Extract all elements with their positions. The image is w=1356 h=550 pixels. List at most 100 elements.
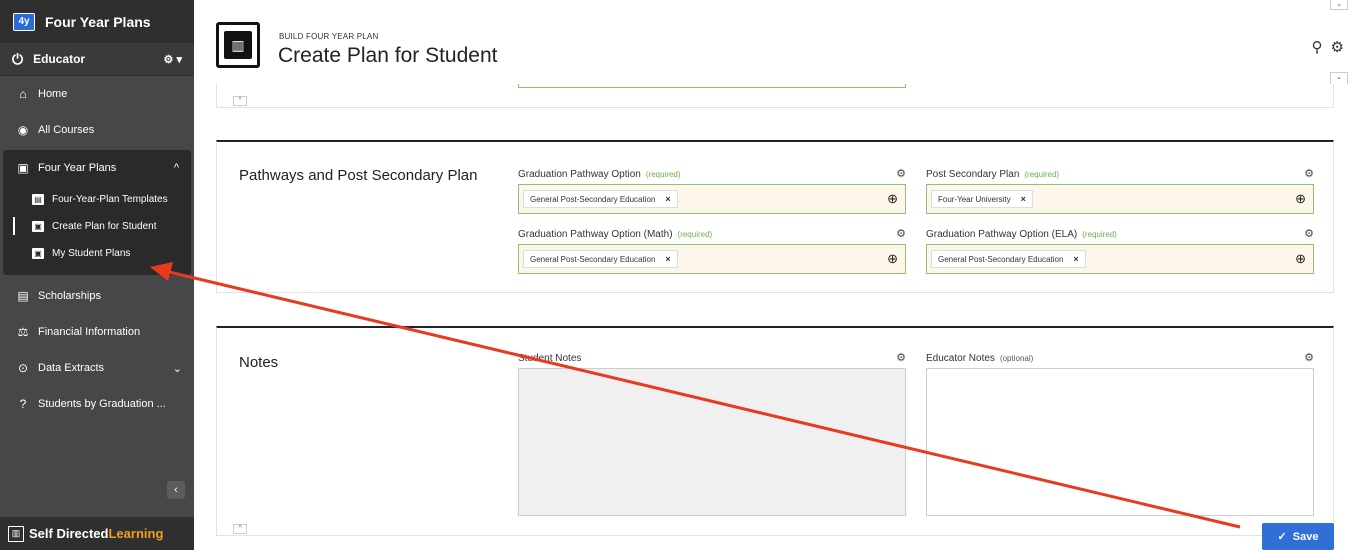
zoom-search-icon[interactable]: ⊕ [1295, 251, 1306, 267]
gear-icon[interactable]: ⚙ [1304, 351, 1314, 364]
grad-pathway-label: Graduation Pathway Option [518, 168, 641, 180]
role-menu-icon[interactable]: ⚙ ▾ [164, 53, 182, 66]
post-secondary-select[interactable]: Four-Year University × ⊕ [926, 184, 1314, 214]
app-logo: 4y [13, 12, 35, 31]
remove-chip-icon[interactable]: × [1021, 194, 1026, 204]
student-notes-textarea[interactable] [518, 368, 906, 516]
zoom-search-icon[interactable]: ⊕ [887, 191, 898, 207]
role-switcher[interactable]: ⏻ Educator ⚙ ▾ [0, 43, 194, 76]
selected-chip: General Post-Secondary Education × [523, 250, 678, 268]
notes-section: Notes Student Notes ⚙ Educator Notes (op… [216, 326, 1334, 536]
nav-all-courses-label: All Courses [38, 124, 95, 136]
collapse-toggle[interactable]: ^ [233, 524, 247, 534]
gear-icon[interactable]: ⚙ [896, 351, 906, 364]
page-subtitle: BUILD FOUR YEAR PLAN [279, 32, 379, 41]
selected-chip: General Post-Secondary Education × [523, 190, 678, 208]
nav-sub-create-plan[interactable]: ▣ Create Plan for Student [3, 213, 191, 240]
gear-icon[interactable]: ⚙ [1331, 38, 1344, 56]
plan-map-icon: ▥ [216, 22, 260, 68]
nav-sub-my-student-plans-label: My Student Plans [52, 248, 131, 259]
gear-icon[interactable]: ⚙ [1304, 227, 1314, 240]
nav-students-by-graduation[interactable]: ? Students by Graduation ... [0, 386, 194, 422]
selected-chip: Four-Year University × [931, 190, 1033, 208]
chip-text: General Post-Secondary Education [530, 194, 656, 204]
nav-four-year-plans-label: Four Year Plans [38, 162, 117, 174]
chevron-up-icon: ^ [173, 162, 179, 174]
post-secondary-field: Post Secondary Plan (required) ⚙ Four-Ye… [926, 166, 1314, 214]
nav-sub-templates[interactable]: ▤ Four-Year-Plan Templates [3, 186, 191, 213]
nav-scholarships-label: Scholarships [38, 290, 101, 302]
grad-pathway-select[interactable]: General Post-Secondary Education × ⊕ [518, 184, 906, 214]
sidebar: 4y Four Year Plans ⏻ Educator ⚙ ▾ ⌂ Home… [0, 0, 194, 550]
optional-tag: (optional) [999, 353, 1034, 363]
gear-icon[interactable]: ⚙ [1304, 167, 1314, 180]
hierarchy-icon[interactable]: ⚲ [1312, 38, 1323, 56]
collapse-sidebar-button[interactable]: ‹ [167, 481, 185, 499]
gear-icon[interactable]: ⚙ [896, 227, 906, 240]
nav-home[interactable]: ⌂ Home [0, 76, 194, 112]
nav-sub-create-plan-label: Create Plan for Student [52, 221, 157, 232]
brand-accent: Learning [108, 526, 164, 541]
scale-icon: ⚖ [17, 325, 29, 339]
courses-icon: ◉ [17, 123, 29, 137]
collapse-toggle[interactable]: ^ [233, 96, 247, 106]
footer-brand[interactable]: ▥ Self Directed Learning [0, 517, 194, 550]
help-circle-icon: ? [19, 397, 27, 411]
nav-group-four-year-plans: ▣ Four Year Plans ^ ▤ Four-Year-Plan Tem… [3, 150, 191, 275]
power-icon: ⏻ [12, 50, 24, 67]
required-tag: (required) [677, 229, 713, 239]
plan-icon: ▣ [17, 161, 29, 175]
required-tag: (required) [645, 169, 681, 179]
sdl-logo-icon: ▥ [8, 525, 24, 542]
student-notes-label: Student Notes [518, 352, 582, 364]
app-title: Four Year Plans [45, 13, 151, 30]
header-tools: ⚲ ⚙ [1312, 38, 1344, 56]
nav-financial-label: Financial Information [38, 326, 141, 338]
grad-ela-select[interactable]: General Post-Secondary Education × ⊕ [926, 244, 1314, 274]
nav-data-extracts[interactable]: ⊙ Data Extracts ⌄ [0, 350, 194, 386]
grad-ela-label: Graduation Pathway Option (ELA) [926, 228, 1078, 240]
grad-pathway-field: Graduation Pathway Option (required) ⚙ G… [518, 166, 906, 214]
brand-main: Self Directed [29, 526, 109, 541]
nav-scholarships[interactable]: ▤ Scholarships [0, 278, 194, 314]
nav-all-courses[interactable]: ◉ All Courses [0, 112, 194, 148]
chip-text: General Post-Secondary Education [530, 254, 656, 264]
gear-icon[interactable]: ⚙ [896, 167, 906, 180]
nav-sub-templates-label: Four-Year-Plan Templates [52, 194, 168, 205]
nav-four-year-plans[interactable]: ▣ Four Year Plans ^ [3, 150, 191, 186]
save-label: Save [1292, 530, 1319, 543]
nav-sub-my-student-plans[interactable]: ▣ My Student Plans [3, 240, 191, 267]
template-icon: ▤ [32, 194, 44, 205]
previous-section-stub: ^ [216, 84, 1334, 108]
app-header: 4y Four Year Plans [0, 0, 194, 43]
page-header: ▥ BUILD FOUR YEAR PLAN Create Plan for S… [194, 0, 1356, 84]
extract-icon: ⊙ [17, 361, 29, 375]
selected-chip: General Post-Secondary Education × [931, 250, 1086, 268]
zoom-search-icon[interactable]: ⊕ [887, 251, 898, 267]
section-title-notes: Notes [239, 354, 279, 371]
zoom-search-icon[interactable]: ⊕ [1295, 191, 1306, 207]
chevron-down-icon: ⌄ [172, 362, 182, 375]
pathways-section: Pathways and Post Secondary Plan Graduat… [216, 140, 1334, 293]
grad-math-label: Graduation Pathway Option (Math) [518, 228, 673, 240]
document-icon: ▤ [17, 289, 29, 303]
header-toggle-top[interactable]: ⌄ [1330, 0, 1348, 10]
save-button[interactable]: ✓ Save [1262, 523, 1334, 550]
previous-field-stub [518, 84, 906, 88]
educator-notes-field: Educator Notes (optional) ⚙ [926, 350, 1314, 516]
educator-notes-textarea[interactable] [926, 368, 1314, 516]
chip-text: Four-Year University [938, 194, 1011, 204]
nav-students-by-graduation-label: Students by Graduation ... [38, 398, 166, 410]
remove-chip-icon[interactable]: × [1073, 254, 1078, 264]
remove-chip-icon[interactable]: × [665, 254, 670, 264]
page-title: Create Plan for Student [278, 44, 498, 67]
header-toggle[interactable]: ⌄ [1330, 72, 1348, 84]
home-icon: ⌂ [19, 87, 27, 101]
grad-math-select[interactable]: General Post-Secondary Education × ⊕ [518, 244, 906, 274]
remove-chip-icon[interactable]: × [665, 194, 670, 204]
chip-text: General Post-Secondary Education [938, 254, 1064, 264]
nav-home-label: Home [38, 88, 68, 100]
student-notes-field: Student Notes ⚙ [518, 350, 906, 516]
nav-financial[interactable]: ⚖ Financial Information [0, 314, 194, 350]
plan-icon: ▣ [32, 248, 44, 259]
